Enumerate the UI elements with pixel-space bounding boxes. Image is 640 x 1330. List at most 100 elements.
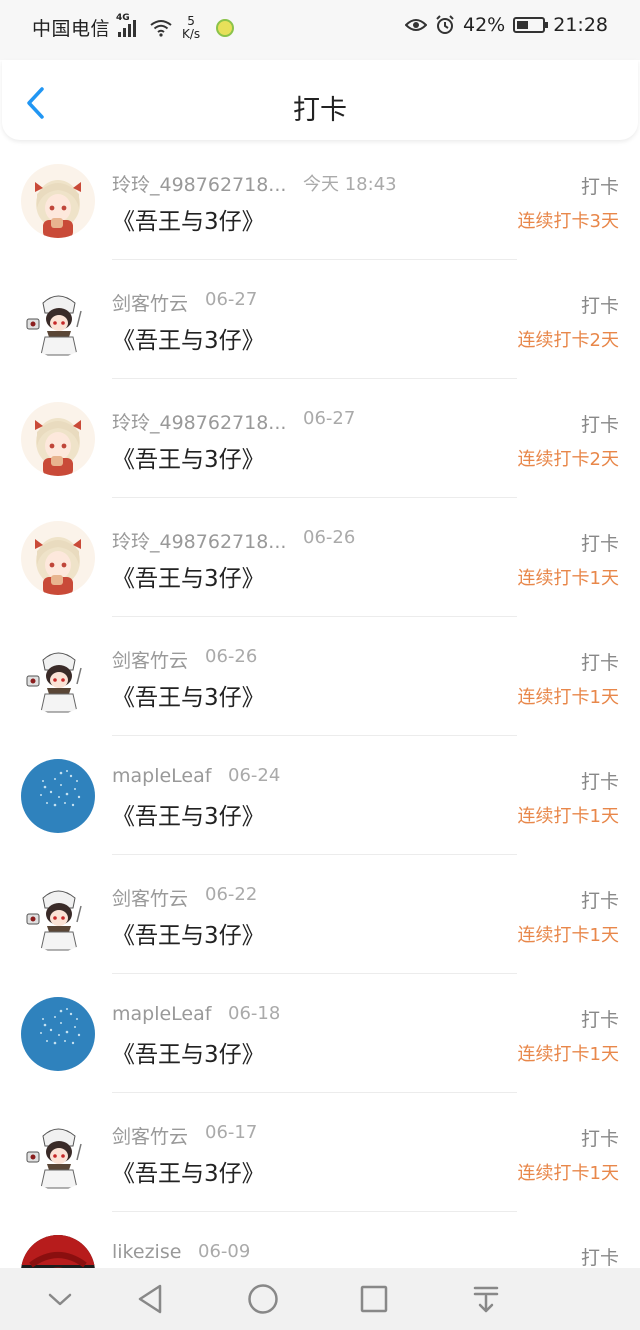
checkin-time: 06-27 bbox=[303, 408, 356, 429]
recents-square-icon[interactable] bbox=[357, 1282, 391, 1316]
divider bbox=[112, 616, 517, 617]
divider bbox=[112, 1211, 517, 1212]
status-left: 中国电信 4G 5 K/s bbox=[32, 13, 235, 41]
status-right: 42% 21:28 bbox=[405, 14, 608, 36]
checkin-list-item[interactable]: mapleLeaf 06-24 《吾王与3仔》 打卡连续打卡1天 bbox=[0, 737, 640, 856]
book-title: 《吾王与3仔》 bbox=[112, 566, 265, 592]
battery-icon bbox=[513, 17, 549, 33]
screen: 中国电信 4G 5 K/s 42% 21:28 打卡 玲玲_498762718.… bbox=[0, 0, 640, 1330]
chevron-down-icon[interactable] bbox=[43, 1282, 77, 1316]
streak-label: 连续打卡1天 bbox=[517, 806, 619, 827]
checkin-label: 打卡 bbox=[580, 295, 619, 317]
divider bbox=[112, 378, 517, 379]
streak-label: 连续打卡2天 bbox=[517, 330, 619, 351]
checkin-label: 打卡 bbox=[580, 1128, 619, 1150]
checkin-label: 打卡 bbox=[580, 890, 619, 912]
divider bbox=[112, 854, 517, 855]
net-speed-value: 5 bbox=[187, 13, 195, 28]
checkin-label: 打卡 bbox=[580, 414, 619, 436]
streak-label: 连续打卡1天 bbox=[517, 568, 619, 589]
boy-avatar[interactable] bbox=[21, 283, 95, 357]
checkin-label: 打卡 bbox=[580, 1247, 619, 1269]
checkin-list-item[interactable]: mapleLeaf 06-18 《吾王与3仔》 打卡连续打卡1天 bbox=[0, 975, 640, 1094]
checkin-time: 06-17 bbox=[205, 1122, 258, 1143]
book-title: 《吾王与3仔》 bbox=[112, 209, 265, 235]
book-title: 《吾王与3仔》 bbox=[112, 804, 265, 830]
girl-avatar[interactable] bbox=[21, 164, 95, 238]
app-notification-icon bbox=[216, 18, 235, 37]
checkin-time: 06-26 bbox=[303, 527, 356, 548]
book-title: 《吾王与3仔》 bbox=[112, 1042, 265, 1068]
system-nav-bar bbox=[0, 1268, 640, 1330]
user-name[interactable]: 剑客竹云 bbox=[112, 884, 188, 911]
checkin-label: 打卡 bbox=[580, 1009, 619, 1031]
page-title: 打卡 bbox=[293, 95, 347, 126]
checkin-time: 06-09 bbox=[198, 1241, 251, 1262]
carrier-label: 中国电信 bbox=[32, 18, 111, 40]
streak-label: 连续打卡1天 bbox=[517, 687, 619, 708]
boy-avatar[interactable] bbox=[21, 1116, 95, 1190]
user-name[interactable]: 剑客竹云 bbox=[112, 1122, 188, 1149]
signal-icon: 4G bbox=[116, 13, 137, 37]
book-title: 《吾王与3仔》 bbox=[112, 1161, 265, 1187]
notification-pull-icon[interactable] bbox=[469, 1282, 503, 1316]
girl-avatar[interactable] bbox=[21, 521, 95, 595]
user-name[interactable]: 玲玲_498762718... bbox=[112, 408, 286, 435]
streak-label: 连续打卡1天 bbox=[517, 1044, 619, 1065]
eye-icon bbox=[405, 19, 427, 31]
book-title: 《吾王与3仔》 bbox=[112, 923, 265, 949]
checkin-list-item[interactable]: 剑客竹云 06-17 《吾王与3仔》 打卡连续打卡1天 bbox=[0, 1094, 640, 1213]
girl-avatar[interactable] bbox=[21, 402, 95, 476]
user-name[interactable]: mapleLeaf bbox=[112, 1003, 211, 1025]
checkin-list-item[interactable]: 玲玲_498762718... 今天 18:43 《吾王与3仔》 打卡连续打卡3天 bbox=[0, 142, 640, 261]
checkin-time: 06-18 bbox=[228, 1003, 281, 1024]
alarm-icon bbox=[436, 15, 454, 34]
checkin-label: 打卡 bbox=[580, 533, 619, 555]
user-name[interactable]: 玲玲_498762718... bbox=[112, 527, 286, 554]
boy-avatar[interactable] bbox=[21, 878, 95, 952]
streak-label: 连续打卡1天 bbox=[517, 925, 619, 946]
checkin-time: 06-24 bbox=[228, 765, 281, 786]
checkin-list-item[interactable]: 玲玲_498762718... 06-27 《吾王与3仔》 打卡 连续打卡2天 bbox=[0, 380, 640, 499]
blue-avatar[interactable] bbox=[21, 759, 95, 833]
net-speed: 5 K/s bbox=[182, 13, 201, 41]
status-bar: 中国电信 4G 5 K/s 42% 21:28 bbox=[0, 0, 640, 60]
user-name[interactable]: mapleLeaf bbox=[112, 765, 211, 787]
user-name[interactable]: 剑客竹云 bbox=[112, 289, 188, 316]
user-name[interactable]: 剑客竹云 bbox=[112, 646, 188, 673]
clock: 21:28 bbox=[553, 14, 608, 36]
divider bbox=[112, 1092, 517, 1093]
checkin-label: 打卡 bbox=[580, 771, 619, 793]
network-type-label: 4G bbox=[116, 12, 130, 23]
checkin-time: 06-27 bbox=[205, 289, 258, 310]
checkin-time: 今天 18:43 bbox=[303, 174, 397, 195]
blue-avatar[interactable] bbox=[21, 997, 95, 1071]
app-header: 打卡 bbox=[2, 60, 638, 140]
boy-avatar[interactable] bbox=[21, 640, 95, 714]
checkin-list-item[interactable]: 剑客竹云 06-26 《吾王与3仔》 打卡连续打卡1天 bbox=[0, 618, 640, 737]
battery-percent: 42% bbox=[463, 14, 506, 36]
divider bbox=[112, 735, 517, 736]
streak-label: 连续打卡1天 bbox=[517, 1163, 619, 1184]
divider bbox=[112, 973, 517, 974]
streak-label: 连续打卡2天 bbox=[517, 449, 619, 470]
wifi-icon bbox=[150, 19, 172, 37]
back-triangle-icon[interactable] bbox=[134, 1282, 168, 1316]
book-title: 《吾王与3仔》 bbox=[112, 685, 265, 711]
checkin-list-item[interactable]: 剑客竹云 06-22 《吾王与3仔》 打卡连续打卡1天 bbox=[0, 856, 640, 975]
home-circle-icon[interactable] bbox=[246, 1282, 280, 1316]
checkin-list-item[interactable]: 玲玲_498762718... 06-26 《吾王与3仔》 打卡连续打卡1天 bbox=[0, 499, 640, 618]
checkin-time: 06-22 bbox=[205, 884, 258, 905]
streak-label: 连续打卡3天 bbox=[517, 211, 619, 232]
divider bbox=[112, 259, 517, 260]
checkin-label: 打卡 bbox=[580, 652, 619, 674]
checkin-list-item[interactable]: 剑客竹云 06-27 《吾王与3仔》 打卡连续打卡2天 bbox=[0, 261, 640, 380]
book-title: 《吾王与3仔》 bbox=[112, 328, 265, 354]
divider bbox=[112, 497, 517, 498]
checkin-time: 06-26 bbox=[205, 646, 258, 667]
user-name[interactable]: likezise bbox=[112, 1241, 181, 1263]
net-speed-unit: K/s bbox=[182, 26, 201, 41]
checkin-label: 打卡 bbox=[580, 176, 619, 198]
checkin-list: 玲玲_498762718... 今天 18:43 《吾王与3仔》 打卡 连续打卡3天 剑客… bbox=[0, 142, 640, 1330]
user-name[interactable]: 玲玲_498762718... bbox=[112, 170, 286, 197]
